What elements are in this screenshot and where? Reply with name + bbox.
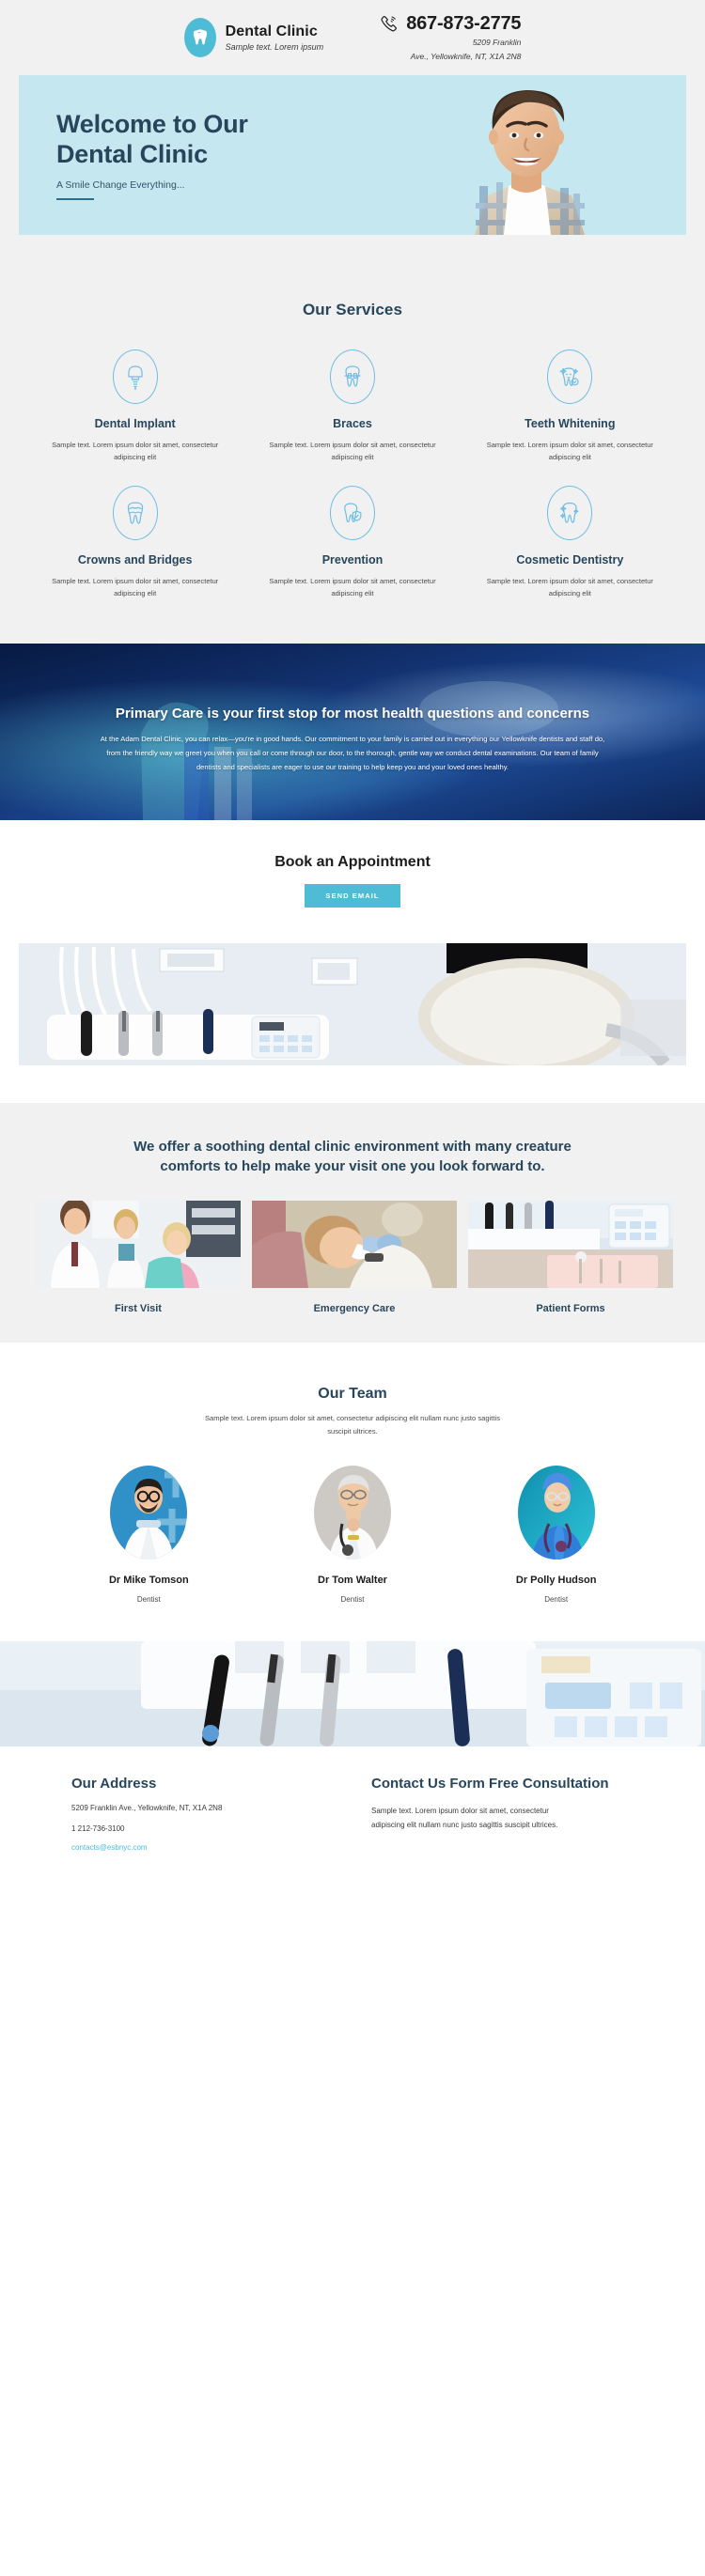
service-card-dental-implant[interactable]: Dental Implant Sample text. Lorem ipsum … [26, 349, 243, 463]
service-desc: Sample text. Lorem ipsum dolor sit amet,… [52, 441, 219, 462]
team-member-name: Dr Tom Walter [318, 1575, 387, 1587]
header-address-line-2: Ave., Yellowknife, NT, X1A 2N8 [410, 51, 522, 61]
team-member-dr-tom-walter[interactable]: Dr Tom Walter Dentist [251, 1466, 455, 1604]
footer-contact-block: Contact Us Form Free Consultation Sample… [371, 1775, 634, 1854]
site-footer: Our Address 5209 Franklin Ave., Yellowkn… [0, 1746, 705, 1892]
emergency-care-image [252, 1201, 457, 1289]
footer-phone[interactable]: 1 212-736-3100 [71, 1823, 334, 1835]
brand-name: Dental Clinic [225, 23, 318, 39]
dental-implant-icon [112, 349, 158, 404]
brand-tagline: Sample text. Lorem ipsum [225, 42, 324, 53]
hero-title: Welcome to Our Dental Clinic [56, 110, 357, 170]
service-card-cosmetic-dentistry[interactable]: Cosmetic Dentistry Sample text. Lorem ip… [462, 486, 679, 599]
team-grid: Dr Mike Tomson Dentist Dr Tom Walter Den… [0, 1437, 705, 1604]
crowns-bridges-icon [112, 486, 158, 541]
brand-logo-block[interactable]: Dental Clinic Sample text. Lorem ipsum [183, 18, 324, 57]
team-subtitle: Sample text. Lorem ipsum dolor sit amet,… [204, 1414, 501, 1435]
team-member-photo [110, 1466, 188, 1560]
comfort-heading: We offer a soothing dental clinic enviro… [133, 1138, 572, 1174]
services-title: Our Services [302, 301, 403, 318]
footer-address-title: Our Address [71, 1776, 157, 1792]
services-grid: Dental Implant Sample text. Lorem ipsum … [0, 319, 705, 600]
service-name: Cosmetic Dentistry [516, 553, 624, 567]
comfort-card-label: First Visit [115, 1303, 162, 1315]
team-member-role: Dentist [136, 1595, 161, 1605]
hero-subtitle: A Smile Change Everything... [56, 178, 185, 191]
team-member-role: Dentist [544, 1595, 569, 1605]
service-desc: Sample text. Lorem ipsum dolor sit amet,… [486, 577, 653, 598]
tooth-icon [183, 18, 216, 57]
footer-banner-image [0, 1641, 705, 1747]
service-card-crowns-and-bridges[interactable]: Crowns and Bridges Sample text. Lorem ip… [26, 486, 243, 599]
hero-divider [56, 197, 94, 200]
phone-row[interactable]: 867-873-2775 [380, 13, 522, 35]
first-visit-image [36, 1199, 241, 1289]
team-member-role: Dentist [340, 1595, 365, 1605]
phone-icon [380, 14, 399, 33]
services-section: Our Services Dental Implant Sample text.… [0, 291, 705, 644]
brand-text: Dental Clinic Sample text. Lorem ipsum [226, 23, 324, 53]
service-card-teeth-whitening[interactable]: Teeth Whitening Sample text. Lorem ipsum… [462, 349, 679, 463]
team-member-photo [517, 1466, 595, 1560]
comfort-card-label: Emergency Care [313, 1303, 396, 1315]
service-desc: Sample text. Lorem ipsum dolor sit amet,… [486, 441, 653, 462]
team-section: Our Team Sample text. Lorem ipsum dolor … [0, 1342, 705, 1642]
footer-contact-title: Contact Us Form Free Consultation [371, 1776, 609, 1792]
footer-email-link[interactable]: contacts@esbnyc.com [71, 1843, 148, 1852]
book-appointment-section: Book an Appointment SEND EMAIL [0, 819, 705, 932]
dental-chair-image-wrap [0, 931, 705, 1103]
team-member-dr-mike-tomson[interactable]: Dr Mike Tomson Dentist [47, 1466, 251, 1604]
book-appointment-title: Book an Appointment [274, 853, 431, 870]
header-address-line-1: 5209 Franklin [472, 37, 522, 47]
service-desc: Sample text. Lorem ipsum dolor sit amet,… [52, 577, 219, 598]
service-name: Teeth Whitening [525, 417, 616, 430]
team-member-dr-polly-hudson[interactable]: Dr Polly Hudson Dentist [454, 1466, 658, 1604]
service-name: Braces [333, 417, 372, 430]
service-name: Dental Implant [94, 417, 176, 430]
footer-address-block: Our Address 5209 Franklin Ave., Yellowkn… [71, 1775, 334, 1854]
team-title: Our Team [318, 1386, 387, 1403]
comfort-card-patient-forms[interactable]: Patient Forms [468, 1201, 673, 1314]
patient-forms-image [468, 1201, 673, 1289]
site-header: Dental Clinic Sample text. Lorem ipsum 8… [0, 0, 705, 75]
hero-copy: Welcome to Our Dental Clinic A Smile Cha… [19, 110, 357, 200]
comfort-card-label: Patient Forms [536, 1303, 605, 1315]
service-name: Prevention [321, 553, 384, 567]
service-desc: Sample text. Lorem ipsum dolor sit amet,… [269, 441, 436, 462]
service-card-prevention[interactable]: Prevention Sample text. Lorem ipsum dolo… [243, 486, 461, 599]
teeth-whitening-icon [547, 349, 593, 404]
hero-title-line-1: Welcome to Our [56, 110, 248, 139]
hero-section: Welcome to Our Dental Clinic A Smile Cha… [0, 75, 705, 291]
hero-banner: Welcome to Our Dental Clinic A Smile Cha… [19, 75, 686, 235]
hero-title-line-2: Dental Clinic [56, 140, 208, 168]
cosmetic-dentistry-icon [547, 486, 593, 541]
service-card-braces[interactable]: Braces Sample text. Lorem ipsum dolor si… [243, 349, 461, 463]
primary-care-body: At the Adam Dental Clinic, you can relax… [100, 735, 605, 772]
comfort-card-emergency-care[interactable]: Emergency Care [252, 1201, 457, 1314]
comfort-card-first-visit[interactable]: First Visit [36, 1199, 241, 1315]
prevention-icon [329, 486, 375, 541]
hero-photo [385, 75, 667, 235]
phone-number[interactable]: 867-873-2775 [406, 13, 521, 35]
comfort-cards: First Visit Emergency Care Patient Forms [0, 1176, 705, 1314]
comfort-section: We offer a soothing dental clinic enviro… [0, 1102, 705, 1343]
primary-care-title: Primary Care is your first stop for most… [115, 706, 590, 722]
header-contact: 867-873-2775 5209 Franklin Ave., Yellowk… [380, 13, 522, 63]
team-member-name: Dr Mike Tomson [108, 1575, 189, 1587]
primary-care-banner: Primary Care is your first stop for most… [0, 643, 705, 820]
service-name: Crowns and Bridges [77, 553, 193, 567]
footer-contact-body: Sample text. Lorem ipsum dolor sit amet,… [371, 1806, 558, 1829]
landing-page: Dental Clinic Sample text. Lorem ipsum 8… [0, 0, 705, 1892]
send-email-button[interactable]: SEND EMAIL [305, 883, 400, 908]
service-desc: Sample text. Lorem ipsum dolor sit amet,… [269, 577, 436, 598]
footer-address: 5209 Franklin Ave., Yellowknife, NT, X1A… [71, 1803, 223, 1812]
primary-care-content: Primary Care is your first stop for most… [97, 688, 609, 775]
footer-grid: Our Address 5209 Franklin Ave., Yellowkn… [0, 1775, 705, 1854]
braces-icon [329, 349, 375, 404]
team-member-name: Dr Polly Hudson [515, 1575, 597, 1587]
team-member-photo [313, 1466, 391, 1560]
dental-chair-image [19, 942, 686, 1075]
